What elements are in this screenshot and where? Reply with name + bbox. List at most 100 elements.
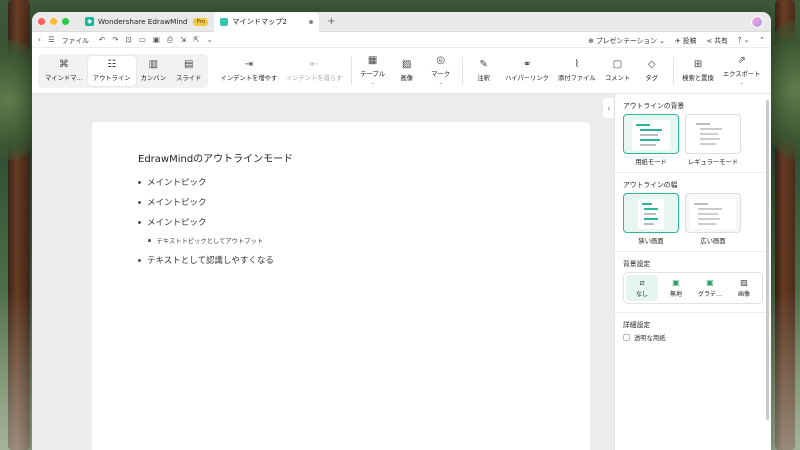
- mode-kanban-button[interactable]: ▥ カンバン: [136, 56, 172, 86]
- solid-fill-icon: ▣: [672, 277, 680, 287]
- outline-canvas[interactable]: EdrawMindのアウトラインモード メイントピック メイントピック メイント…: [32, 94, 615, 450]
- tag-label: タグ: [645, 74, 659, 82]
- mode-kanban-label: カンバン: [140, 74, 167, 82]
- outline-item[interactable]: テキストとして認識しやすくなる: [138, 254, 274, 266]
- mark-button[interactable]: ◎ マーク ⌄: [424, 54, 458, 86]
- bg-setting-heading: 背景設定: [623, 260, 651, 268]
- export-label: エクスポート: [722, 70, 761, 78]
- bg-setting-segmented-control: ⧄ なし ▣ 無地 ▣ グラデ… ▨ 画像: [623, 272, 763, 304]
- indent-decrease-button[interactable]: ⇤ インデントを減らす: [281, 56, 346, 86]
- bg-none-option[interactable]: ⧄ なし: [626, 275, 658, 301]
- outline-item-text: メイントピック: [147, 218, 207, 228]
- outline-title[interactable]: EdrawMindのアウトラインモード: [138, 150, 293, 165]
- indent-decrease-icon: ⇤: [309, 58, 319, 70]
- outline-page[interactable]: EdrawMindのアウトラインモード メイントピック メイントピック メイント…: [92, 122, 590, 450]
- outline-item[interactable]: メイントピック: [138, 216, 207, 228]
- save-icon[interactable]: ▣: [153, 35, 160, 44]
- file-menu[interactable]: ファイル: [62, 35, 89, 45]
- share-label: 共有: [714, 36, 728, 45]
- help-button[interactable]: ? ⌄: [738, 36, 749, 44]
- post-label: 投稿: [682, 36, 697, 45]
- outline-item[interactable]: メイントピック: [138, 176, 207, 188]
- find-replace-button[interactable]: ⊞ 検索と置換: [678, 56, 719, 86]
- bullet-icon: [138, 200, 141, 204]
- paper-mode-preview: [623, 114, 679, 154]
- bg-image-option[interactable]: ▨ 画像: [728, 275, 760, 301]
- share-quick-icon[interactable]: ⇱: [193, 35, 199, 44]
- divider: [615, 312, 771, 313]
- share-button[interactable]: ⋖ 共有: [706, 35, 727, 45]
- background-heading: アウトラインの背景: [623, 102, 685, 110]
- menu-icon[interactable]: ☰: [48, 35, 55, 44]
- new-tab-icon[interactable]: +: [327, 16, 335, 27]
- presentation-label: プレゼンテーション: [596, 36, 658, 45]
- annotation-icon: ✎: [479, 58, 488, 70]
- more-icon[interactable]: ⌄: [207, 35, 213, 44]
- view-mode-switcher: ⌘ マインドマ… ☷ アウトライン ▥ カンバン ▤ スライド: [38, 53, 209, 88]
- regular-mode-label: レギュラーモード: [687, 159, 739, 166]
- undo-icon[interactable]: ↶: [99, 35, 105, 44]
- avatar[interactable]: [751, 16, 763, 28]
- annotation-label: 注釈: [477, 74, 490, 82]
- presentation-button[interactable]: ⊕ プレゼンテーション ⌄: [588, 35, 665, 45]
- outline-item[interactable]: メイントピック: [138, 196, 207, 208]
- hyperlink-button[interactable]: ⚭ ハイパーリンク: [501, 56, 554, 86]
- chevron-down-icon: ⌄: [370, 79, 375, 86]
- mode-outline-button[interactable]: ☷ アウトライン: [87, 55, 136, 86]
- bg-solid-option[interactable]: ▣ 無地: [660, 275, 692, 301]
- mode-outline-label: アウトライン: [92, 74, 131, 82]
- tab-document[interactable]: マインドマップ2: [214, 12, 320, 32]
- export-quick-icon[interactable]: ⇲: [180, 35, 186, 44]
- tab-home[interactable]: ◆ Wondershare EdrawMind Pro: [79, 12, 214, 32]
- open-icon[interactable]: ⊡: [126, 35, 132, 44]
- toolbar-divider: [350, 56, 352, 85]
- redo-icon[interactable]: ↷: [112, 35, 118, 44]
- narrow-width-option[interactable]: 狭い画面: [623, 193, 679, 245]
- tab-home-label: Wondershare EdrawMind: [98, 17, 188, 26]
- advanced-heading: 詳細設定: [623, 321, 651, 329]
- bg-gradient-option[interactable]: ▣ グラデ…: [694, 275, 726, 301]
- attachment-button[interactable]: ⌇ 添付ファイル: [553, 56, 600, 86]
- unsaved-dot-icon[interactable]: [309, 19, 314, 24]
- outline-item-text: メイントピック: [147, 198, 207, 208]
- paper-mode-option[interactable]: 用紙モード: [623, 114, 679, 166]
- back-icon[interactable]: ‹: [38, 35, 41, 44]
- panel-scrollbar[interactable]: [766, 100, 769, 420]
- paper-mode-label: 用紙モード: [635, 159, 667, 166]
- transparent-paper-row[interactable]: 透明な用紙: [623, 333, 763, 342]
- mark-icon: ◎: [436, 54, 446, 66]
- minimize-window-button[interactable]: [50, 18, 57, 25]
- zoom-window-button[interactable]: [62, 18, 69, 25]
- transparent-paper-label: 透明な用紙: [634, 335, 666, 342]
- wide-width-option[interactable]: 広い画面: [685, 193, 741, 245]
- mode-slide-label: スライド: [176, 74, 202, 82]
- indent-increase-button[interactable]: ⇥ インデントを増やす: [216, 56, 281, 86]
- image-button[interactable]: ▨ 画像: [390, 56, 424, 86]
- bg-image-label: 画像: [737, 290, 750, 298]
- outline-icon: ☷: [107, 58, 117, 70]
- table-button[interactable]: ▦ テーブル ⌄: [356, 55, 390, 86]
- print-icon[interactable]: ⎙: [167, 35, 173, 45]
- mode-mindmap-button[interactable]: ⌘ マインドマ…: [40, 56, 88, 86]
- close-window-button[interactable]: [38, 18, 45, 25]
- outline-item-text: テキストとして認識しやすくなる: [147, 256, 274, 266]
- transparent-paper-checkbox[interactable]: [623, 334, 630, 341]
- annotation-button[interactable]: ✎ 注釈: [467, 56, 501, 86]
- comment-label: コメント: [604, 74, 631, 82]
- width-heading: アウトラインの幅: [623, 181, 678, 189]
- wide-width-label: 広い画面: [700, 238, 726, 245]
- comment-button[interactable]: ▢ コメント: [600, 56, 635, 86]
- post-button[interactable]: ✈ 投稿: [675, 35, 696, 45]
- window-controls: [38, 18, 69, 25]
- bg-gradient-label: グラデ…: [697, 290, 722, 298]
- regular-mode-option[interactable]: レギュラーモード: [685, 114, 741, 166]
- folder-icon[interactable]: ▭: [139, 35, 146, 44]
- title-bar: ◆ Wondershare EdrawMind Pro マインドマップ2 +: [32, 12, 771, 32]
- find-replace-icon: ⊞: [693, 58, 703, 70]
- mode-slide-button[interactable]: ▤ スライド: [171, 56, 206, 86]
- tag-button[interactable]: ◇ タグ: [635, 56, 669, 86]
- collapse-ribbon-icon[interactable]: ⌃: [759, 36, 765, 44]
- workspace: EdrawMindのアウトラインモード メイントピック メイントピック メイント…: [32, 94, 771, 450]
- export-button[interactable]: ⇗ エクスポート ⌄: [718, 55, 765, 86]
- outline-subitem[interactable]: テキストトピックとしてアウトプット: [148, 236, 263, 245]
